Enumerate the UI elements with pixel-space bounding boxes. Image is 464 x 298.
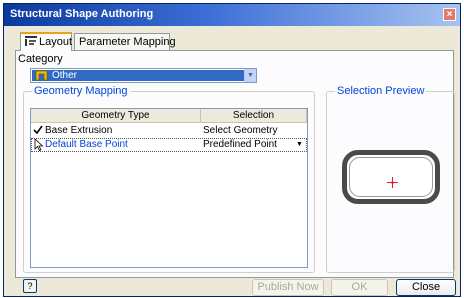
geometry-type-cell: Base Extrusion	[45, 125, 113, 136]
column-selection[interactable]: Selection	[201, 109, 307, 123]
pointer-icon	[34, 139, 44, 151]
table-row[interactable]: Base Extrusion Select Geometry	[31, 124, 307, 138]
ok-button[interactable]: OK	[331, 279, 388, 296]
geometry-mapping-legend: Geometry Mapping	[32, 85, 130, 97]
category-value: Other	[52, 70, 78, 81]
tab-parameter-mapping-label: Parameter Mapping	[79, 36, 176, 48]
geometry-type-cell: Default Base Point	[45, 139, 128, 150]
tab-parameter-mapping[interactable]: Parameter Mapping	[74, 33, 176, 50]
category-label: Category	[18, 53, 63, 65]
title-bar[interactable]: Structural Shape Authoring ×	[4, 4, 460, 26]
column-geometry-type[interactable]: Geometry Type	[31, 109, 201, 123]
close-icon[interactable]: ×	[443, 8, 456, 21]
other-shape-icon	[35, 70, 48, 81]
tab-layout[interactable]: Layout	[20, 32, 72, 51]
layout-icon	[25, 36, 37, 46]
category-select[interactable]: Other ▼	[30, 68, 257, 83]
category-selected-value: Other	[32, 70, 244, 81]
publish-now-button[interactable]: Publish Now	[252, 279, 324, 296]
selection-cell[interactable]: Select Geometry	[203, 124, 277, 138]
table-header: Geometry Type Selection	[31, 109, 307, 123]
dropdown-arrow-icon[interactable]: ▼	[295, 140, 304, 150]
base-point-marker-icon	[387, 177, 398, 188]
table-row[interactable]: Default Base Point Predefined Point ▼	[31, 138, 307, 152]
check-icon	[33, 125, 43, 135]
tab-layout-label: Layout	[39, 36, 73, 48]
close-button[interactable]: Close	[396, 279, 456, 296]
selection-preview-legend: Selection Preview	[335, 85, 427, 97]
selection-cell[interactable]: Predefined Point	[203, 138, 277, 152]
help-button[interactable]: ?	[23, 279, 37, 293]
chevron-down-icon[interactable]: ▼	[244, 69, 256, 82]
window-title: Structural Shape Authoring	[10, 8, 154, 20]
geometry-mapping-table: Geometry Type Selection Base Extrusion S…	[30, 108, 308, 268]
